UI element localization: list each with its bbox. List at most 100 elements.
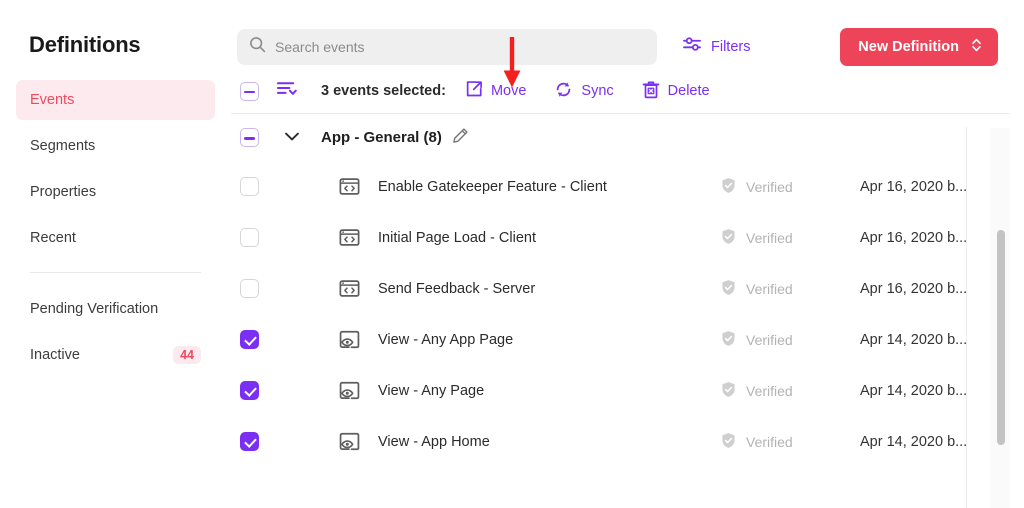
status-badge: Verified (720, 228, 860, 248)
sidebar-item-pending-verification[interactable]: Pending Verification (16, 289, 215, 329)
status-badge: Verified (720, 381, 860, 401)
status-badge: Verified (720, 177, 860, 197)
bulk-action-bar: 3 events selected: Move Sync Delete (231, 69, 1010, 114)
shield-check-icon (720, 228, 737, 248)
table-row[interactable]: Initial Page Load - Client Verified Apr … (231, 212, 1010, 263)
event-date: Apr 16, 2020 b... (860, 229, 968, 246)
status-badge: Verified (720, 279, 860, 299)
page-view-icon (331, 330, 367, 349)
filters-label: Filters (711, 38, 751, 55)
row-checkbox[interactable] (240, 381, 259, 400)
row-checkbox[interactable] (240, 279, 259, 298)
row-checkbox-cell (239, 330, 277, 349)
event-date: Apr 16, 2020 b... (860, 280, 968, 297)
sidebar-item-recent[interactable]: Recent (16, 218, 215, 258)
sidebar-item-properties[interactable]: Properties (16, 172, 215, 212)
sidebar-item-label: Pending Verification (30, 301, 159, 317)
sidebar-item-label: Events (30, 92, 75, 108)
sort-button[interactable] (276, 80, 321, 103)
row-checkbox[interactable] (240, 228, 259, 247)
chevron-up-down-icon (971, 37, 982, 57)
main-panel: Search events Filters New Definition 3 e… (231, 0, 1024, 508)
sidebar-nav: Events Segments Properties Recent Pendin… (0, 80, 231, 375)
page-view-icon (331, 432, 367, 451)
table-row[interactable]: View - Any App Page Verified Apr 14, 202… (231, 314, 1010, 365)
status-label: Verified (746, 382, 793, 399)
event-date: Apr 14, 2020 b... (860, 331, 968, 348)
shield-check-icon (720, 279, 737, 299)
code-window-icon (331, 228, 367, 247)
shield-check-icon (720, 381, 737, 401)
sidebar-item-inactive[interactable]: Inactive 44 (16, 335, 215, 375)
edit-group-button[interactable] (452, 127, 469, 149)
row-checkbox-cell (239, 177, 277, 196)
move-box-arrow-icon (465, 80, 483, 102)
code-window-icon (331, 177, 367, 196)
shield-check-icon (720, 177, 737, 197)
status-label: Verified (746, 331, 793, 348)
table-row[interactable]: View - App Home Verified Apr 14, 2020 b.… (231, 416, 1010, 467)
sync-label: Sync (581, 83, 614, 99)
event-name: Enable Gatekeeper Feature - Client (378, 178, 607, 195)
sidebar: Definitions Events Segments Properties R… (0, 0, 231, 508)
status-label: Verified (746, 280, 793, 297)
list-right-divider (966, 127, 967, 508)
table-row[interactable]: Enable Gatekeeper Feature - Client Verif… (231, 161, 1010, 212)
new-definition-label: New Definition (858, 38, 959, 55)
row-checkbox-cell (239, 279, 277, 298)
status-badge: Verified (720, 432, 860, 452)
group-checkbox-cell (239, 128, 277, 147)
group-title: App - General (8) (321, 129, 442, 146)
selection-count-label: 3 events selected: (321, 83, 446, 99)
status-label: Verified (746, 433, 793, 450)
inactive-count-badge: 44 (173, 346, 201, 364)
new-definition-button[interactable]: New Definition (840, 27, 998, 66)
row-checkbox-cell (239, 381, 277, 400)
scrollbar-thumb[interactable] (997, 230, 1005, 445)
shield-check-icon (720, 330, 737, 350)
select-all-checkbox[interactable] (240, 81, 259, 101)
sidebar-item-label: Properties (30, 184, 97, 200)
event-name: Initial Page Load - Client (378, 229, 536, 246)
page-view-icon (331, 381, 367, 400)
filters-button[interactable]: Filters (683, 36, 750, 57)
group-select-checkbox[interactable] (240, 128, 259, 147)
event-date: Apr 14, 2020 b... (860, 433, 968, 450)
event-name: View - Any Page (378, 382, 485, 399)
sidebar-item-label: Recent (30, 230, 76, 246)
sidebar-divider (30, 272, 201, 273)
delete-label: Delete (667, 83, 710, 99)
event-name: View - Any App Page (378, 331, 514, 348)
status-badge: Verified (720, 330, 860, 350)
table-row[interactable]: View - Any Page Verified Apr 14, 2020 b.… (231, 365, 1010, 416)
row-checkbox[interactable] (240, 432, 259, 451)
row-checkbox[interactable] (240, 330, 259, 349)
status-label: Verified (746, 178, 793, 195)
sidebar-item-segments[interactable]: Segments (16, 126, 215, 166)
search-icon (249, 36, 266, 58)
delete-button[interactable]: Delete (642, 80, 710, 103)
row-checkbox-cell (239, 228, 277, 247)
group-header-row: App - General (8) (231, 114, 1010, 161)
select-all-checkbox-cell (239, 81, 277, 101)
sidebar-item-events[interactable]: Events (16, 80, 215, 120)
page-title: Definitions (29, 32, 141, 57)
events-list: Enable Gatekeeper Feature - Client Verif… (231, 161, 1010, 467)
shield-check-icon (720, 432, 737, 452)
definitions-page: Definitions Events Segments Properties R… (0, 0, 1024, 508)
group-collapse-toggle[interactable] (277, 129, 321, 147)
event-date: Apr 14, 2020 b... (860, 382, 968, 399)
event-name: Send Feedback - Server (378, 280, 536, 297)
trash-x-icon (642, 80, 660, 103)
sync-button[interactable]: Sync (554, 80, 614, 103)
event-date: Apr 16, 2020 b... (860, 178, 968, 195)
move-button[interactable]: Move (465, 80, 526, 102)
row-checkbox[interactable] (240, 177, 259, 196)
search-input[interactable]: Search events (237, 28, 657, 65)
row-checkbox-cell (239, 432, 277, 451)
sort-descending-icon (276, 80, 298, 103)
table-row[interactable]: Send Feedback - Server Verified Apr 16, … (231, 263, 1010, 314)
chevron-down-icon (284, 129, 300, 147)
move-label: Move (490, 83, 527, 99)
pencil-icon (452, 127, 469, 149)
